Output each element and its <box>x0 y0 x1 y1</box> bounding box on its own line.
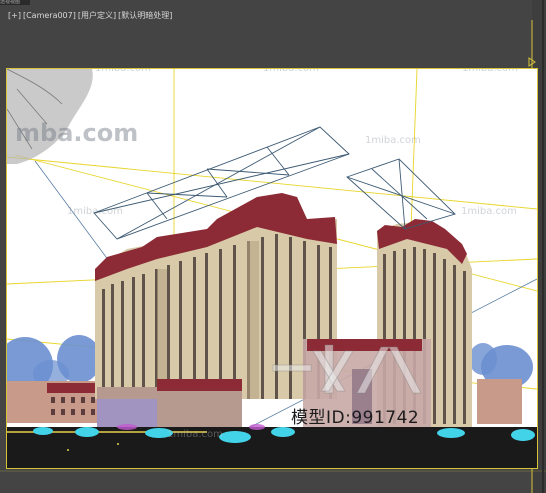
watermark-small: 1miba.com <box>263 69 319 74</box>
safe-frame: mba.com 1miba.com 1miba.com 1miba.com 1m… <box>6 68 538 469</box>
watermark-small: 1miba.com <box>461 206 517 217</box>
viewport-plus-menu[interactable]: [+] <box>8 10 21 21</box>
watermark-small: 1miba.com <box>365 135 421 146</box>
tree-left-canopy <box>7 69 93 164</box>
viewport-label-menu: [+] [Camera007] [用户定义] [默认明暗处理] <box>8 10 172 21</box>
viewport-camera-menu[interactable]: [Camera007] <box>23 10 76 21</box>
wire-truss-right <box>346 158 456 230</box>
watermark-small: 1miba.com <box>167 429 223 440</box>
viewport-corner-tab[interactable]: 透视视图 <box>0 0 30 5</box>
watermark-model-id: 模型ID:991742 <box>291 408 420 428</box>
watermark-big: mba.com <box>15 119 139 147</box>
viewport-view-mode-menu[interactable]: [用户定义] <box>78 10 116 21</box>
low-building-left <box>7 381 102 423</box>
camera-viewport[interactable]: 透视视图 [+] [Camera007] [用户定义] [默认明暗处理] mba… <box>0 0 546 493</box>
viewport-shading-menu[interactable]: [默认明暗处理] <box>118 10 172 21</box>
watermark-small: 1miba.com <box>67 206 123 217</box>
watermark-logo-icon <box>272 344 422 394</box>
watermark-small: 1miba.com <box>462 69 518 74</box>
watermark-small: 1miba.com <box>95 69 151 74</box>
